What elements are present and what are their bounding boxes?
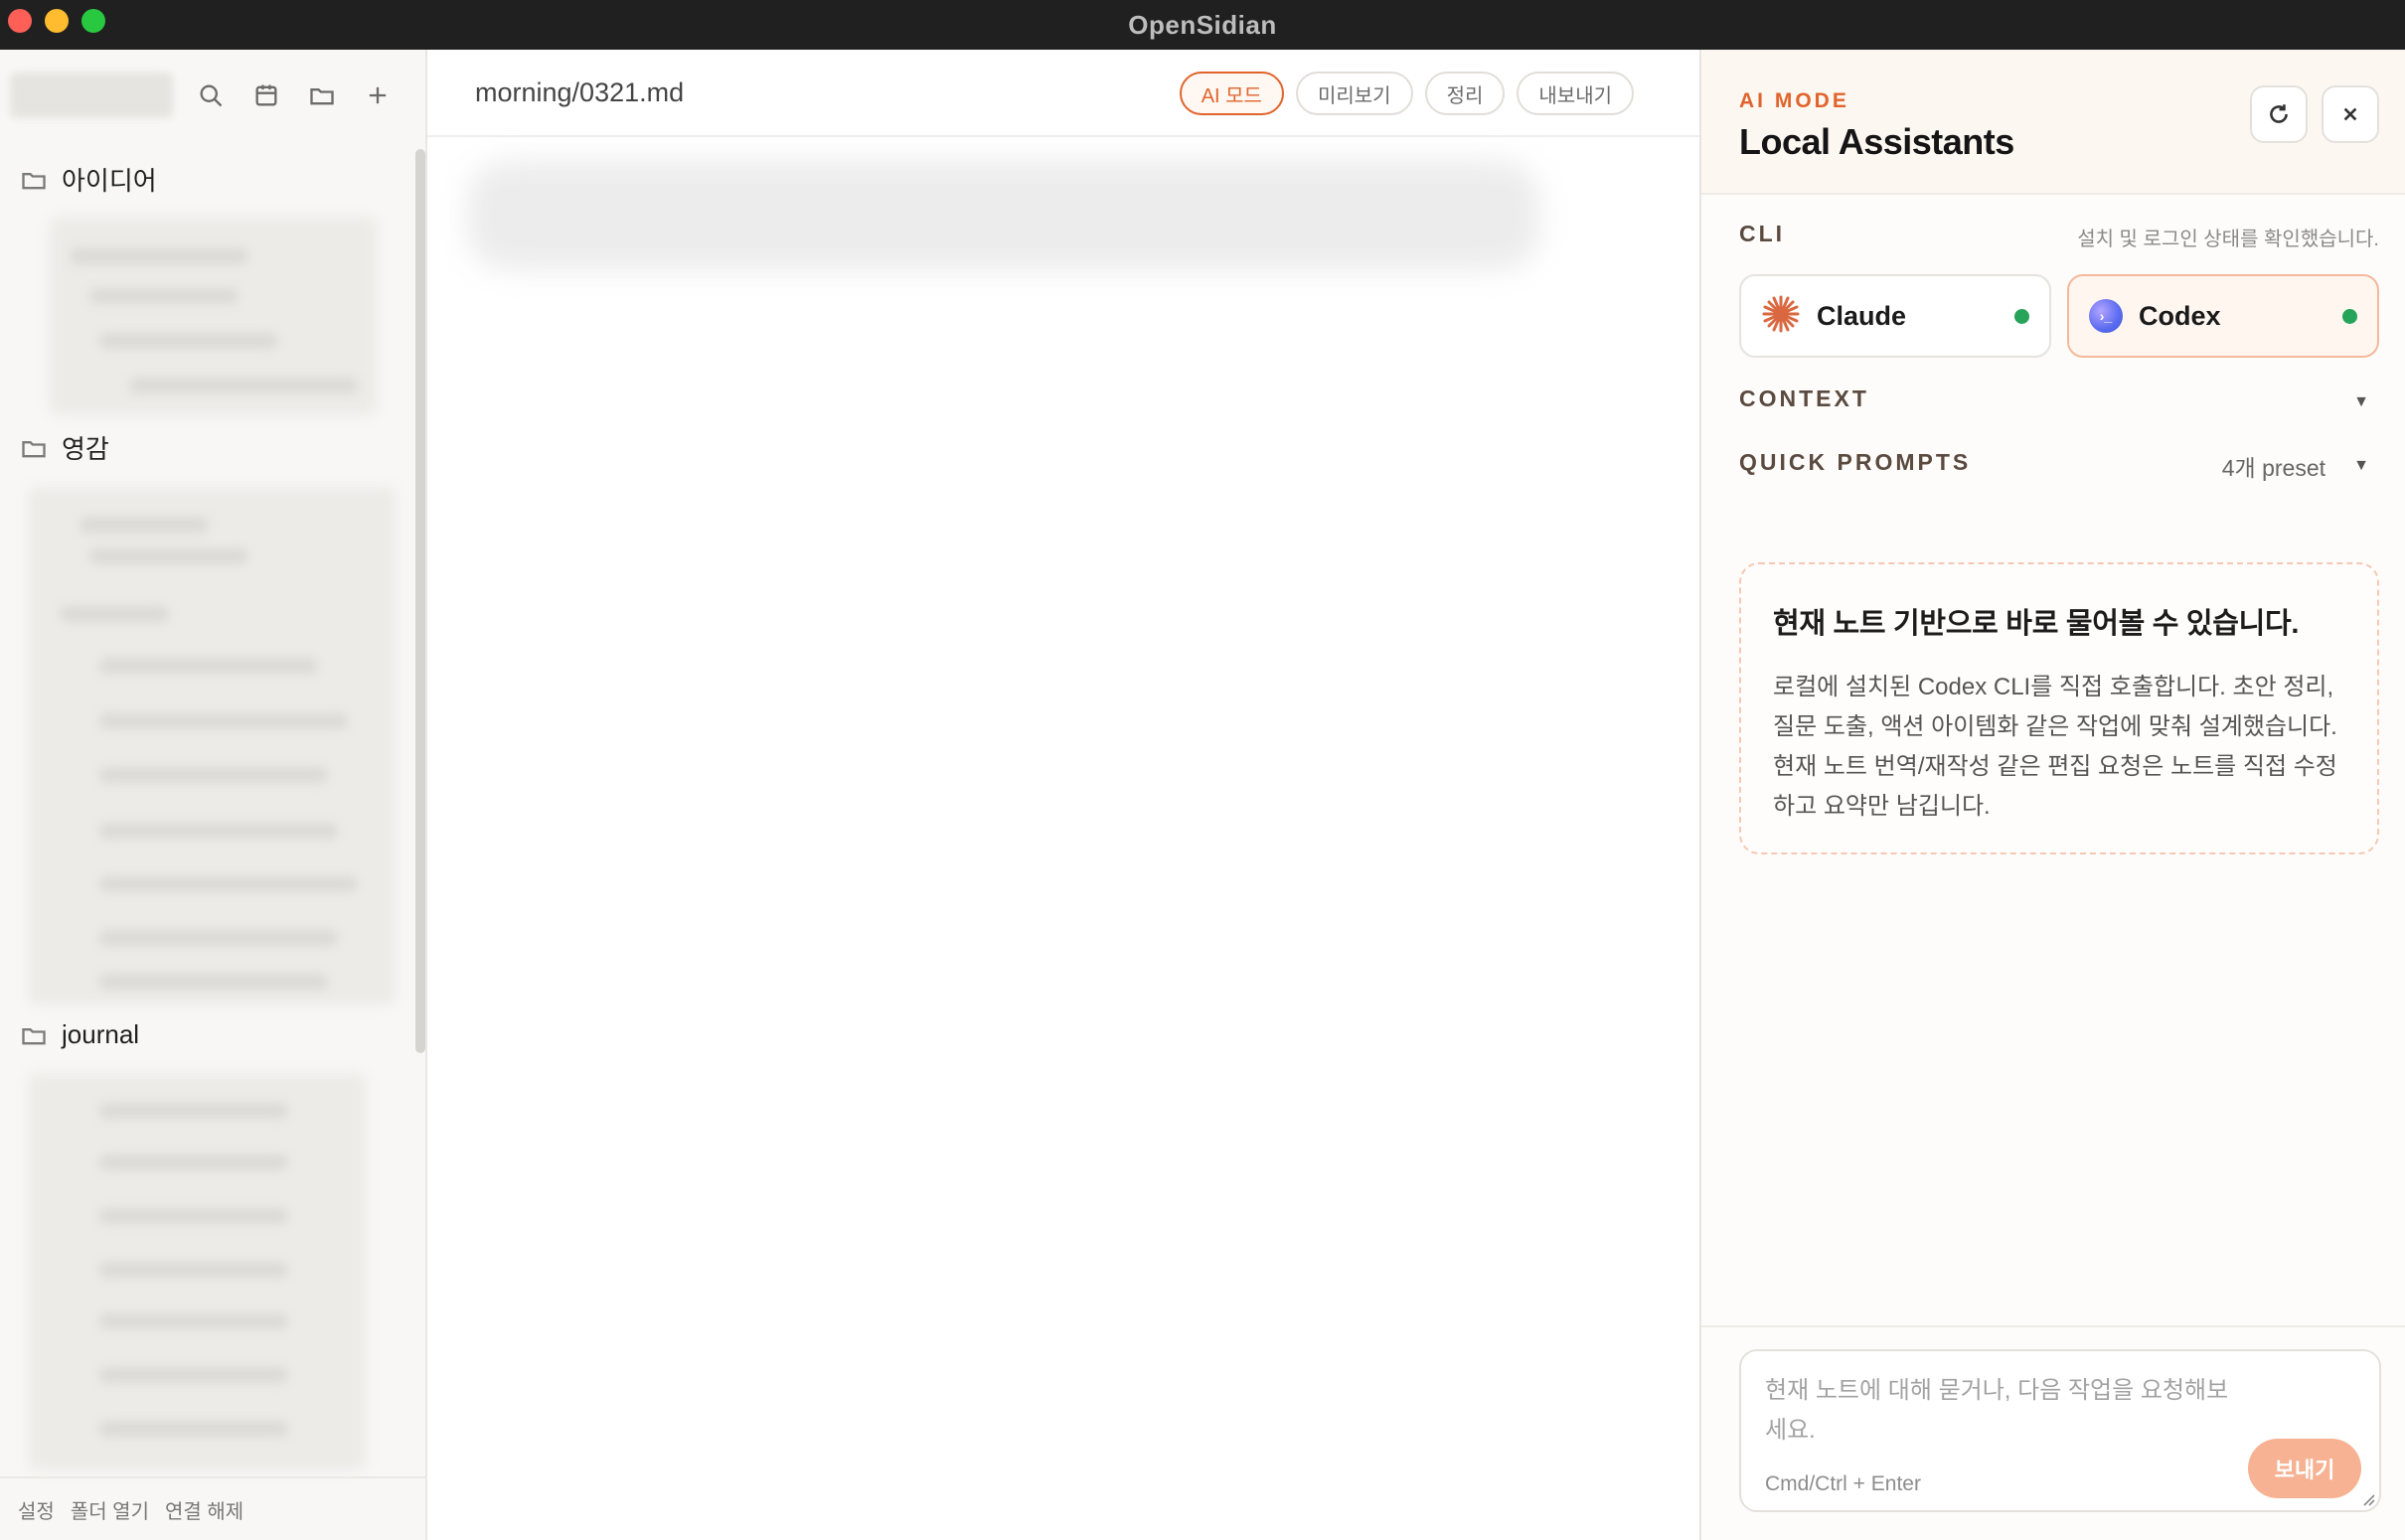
prompt-placeholder: 현재 노트에 대해 묻거나, 다음 작업을 요청해보세요.: [1765, 1377, 2229, 1444]
vault-name[interactable]: [10, 73, 173, 118]
note-item[interactable]: [99, 1155, 288, 1170]
search-button[interactable]: [193, 77, 229, 113]
resize-handle[interactable]: [2359, 1490, 2375, 1506]
note-item[interactable]: [99, 333, 278, 349]
refresh-icon: [2270, 104, 2288, 123]
folder-icon: [22, 440, 46, 457]
cli-option-label: Codex: [2139, 300, 2221, 331]
note-item[interactable]: [99, 823, 338, 839]
disconnect-link[interactable]: 연결 해제: [165, 1495, 243, 1524]
prompt-input[interactable]: 현재 노트에 대해 묻거나, 다음 작업을 요청해보세요. Cmd/Ctrl +…: [1739, 1349, 2381, 1512]
close-icon: [2343, 107, 2357, 121]
note-item[interactable]: [99, 930, 338, 946]
send-button[interactable]: 보내기: [2248, 1439, 2361, 1498]
new-folder-button[interactable]: [304, 77, 340, 113]
settings-link[interactable]: 설정: [18, 1495, 55, 1524]
folder-label: 영감: [62, 434, 109, 464]
folder-item[interactable]: 아이디어: [20, 161, 157, 198]
note-item[interactable]: [99, 1262, 288, 1278]
folder-label: 아이디어: [62, 166, 157, 196]
note-item[interactable]: [99, 713, 348, 729]
note-item[interactable]: [70, 248, 248, 264]
note-item[interactable]: [129, 378, 358, 393]
sidebar-footer: 설정 폴더 열기 연결 해제: [0, 1476, 427, 1540]
cli-option-codex[interactable]: ›_ Codex: [2067, 274, 2379, 358]
note-item[interactable]: [99, 1313, 288, 1329]
note-content-blurred[interactable]: [467, 161, 1540, 270]
window-controls: [8, 9, 105, 33]
editor-header: morning/0321.md AI 모드 미리보기 정리 내보내기: [427, 50, 1699, 137]
info-card: 현재 노트 기반으로 바로 물어볼 수 있습니다. 로컬에 설치된 Codex …: [1739, 562, 2379, 854]
editor-mode-tabs: AI 모드 미리보기 정리 내보내기: [1179, 72, 1634, 115]
sidebar: 아이디어 영감 journal 설정 폴더 열기 연결 해제: [0, 50, 427, 1540]
calendar-icon: [255, 84, 277, 106]
window-title: OpenSidian: [1128, 9, 1277, 40]
info-title: 현재 노트 기반으로 바로 물어볼 수 있습니다.: [1773, 608, 2300, 640]
tab-ai-mode[interactable]: AI 모드: [1179, 72, 1284, 115]
codex-icon: ›_: [2089, 299, 2123, 333]
folder-item[interactable]: journal: [20, 1019, 139, 1050]
preset-count: 4개 preset: [2221, 455, 2325, 481]
status-indicator: [2014, 308, 2029, 324]
chevron-down-icon[interactable]: ▼: [2353, 393, 2369, 411]
tab-export[interactable]: 내보내기: [1517, 72, 1634, 115]
note-item[interactable]: [99, 1103, 288, 1119]
folder-icon: [22, 1027, 46, 1044]
composer-area: 현재 노트에 대해 묻거나, 다음 작업을 요청해보세요. Cmd/Ctrl +…: [1701, 1325, 2405, 1540]
folder-label: journal: [62, 1019, 140, 1049]
note-item[interactable]: [60, 606, 169, 622]
zoom-window-button[interactable]: [81, 9, 105, 33]
close-window-button[interactable]: [8, 9, 32, 33]
note-item[interactable]: [99, 876, 358, 892]
quick-prompts-toggle[interactable]: QUICK PROMPTS: [1739, 449, 1971, 476]
note-item[interactable]: [99, 1208, 288, 1224]
note-item[interactable]: [99, 1367, 288, 1383]
cli-option-claude[interactable]: Claude: [1739, 274, 2051, 358]
cli-option-label: Claude: [1817, 300, 1907, 331]
info-body: 로컬에 설치된 Codex CLI를 직접 호출합니다. 초안 정리, 질문 도…: [1773, 674, 2337, 820]
folder-icon: [22, 172, 46, 189]
minimize-window-button[interactable]: [45, 9, 69, 33]
new-note-button[interactable]: [360, 77, 396, 113]
note-item[interactable]: [99, 767, 328, 783]
tab-organize[interactable]: 정리: [1424, 72, 1506, 115]
context-section-toggle[interactable]: CONTEXT: [1739, 385, 1869, 412]
note-item[interactable]: [80, 517, 209, 533]
note-item[interactable]: [89, 288, 239, 304]
file-path: morning/0321.md: [475, 77, 685, 107]
sidebar-toolbar: [10, 73, 396, 118]
claude-icon: [1761, 294, 1801, 339]
sidebar-scrollbar[interactable]: [415, 149, 425, 1053]
folder-icon: [310, 88, 334, 105]
folder-contents-blurred: [28, 487, 396, 1005]
editor: morning/0321.md AI 모드 미리보기 정리 내보내기: [427, 50, 1699, 1540]
ai-mode-kicker: AI MODE: [1739, 89, 1849, 112]
shortcut-hint: Cmd/Ctrl + Enter: [1765, 1472, 1921, 1495]
close-panel-button[interactable]: [2322, 85, 2379, 143]
cli-section-label: CLI: [1739, 221, 1786, 246]
chevron-down-icon[interactable]: ▼: [2353, 457, 2369, 475]
calendar-button[interactable]: [248, 77, 284, 113]
search-icon: [200, 84, 223, 107]
folder-item[interactable]: 영감: [20, 429, 109, 466]
cli-status-note: 설치 및 로그인 상태를 확인했습니다.: [2077, 229, 2379, 250]
resize-icon: [2363, 1494, 2375, 1506]
note-item[interactable]: [99, 974, 328, 990]
plus-icon: [369, 86, 387, 104]
refresh-button[interactable]: [2250, 85, 2308, 143]
note-item[interactable]: [99, 658, 318, 674]
status-indicator: [2342, 308, 2357, 324]
note-item[interactable]: [89, 548, 248, 564]
ai-panel-header: AI MODE Local Assistants: [1701, 50, 2405, 195]
tab-preview[interactable]: 미리보기: [1295, 72, 1413, 115]
ai-panel: AI MODE Local Assistants CLI 설치 및 로그인 상태…: [1699, 50, 2405, 1540]
open-folder-link[interactable]: 폴더 열기: [71, 1495, 149, 1524]
ai-panel-title: Local Assistants: [1739, 121, 2014, 162]
title-bar: OpenSidian: [0, 0, 2405, 50]
note-item[interactable]: [99, 1421, 288, 1437]
